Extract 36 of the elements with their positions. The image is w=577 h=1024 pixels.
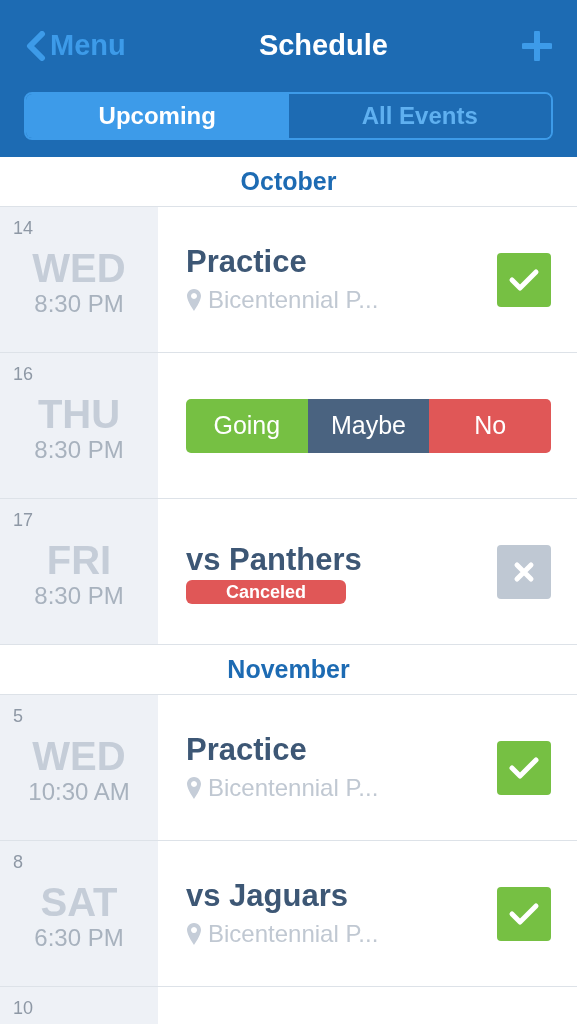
screen-title: Schedule xyxy=(258,28,388,64)
day-number: 14 xyxy=(13,217,34,240)
event-title: Practice xyxy=(186,242,308,281)
event-location: Bicentennial P... xyxy=(208,772,379,803)
rsvp-button[interactable]: No xyxy=(429,398,551,453)
attendance-button[interactable] xyxy=(497,544,551,599)
event-time: 8:30 PM xyxy=(34,289,124,319)
attendance-button[interactable] xyxy=(497,740,551,795)
canceled-badge: Canceled xyxy=(186,579,347,604)
month-heading: November xyxy=(227,653,350,685)
rsvp-button[interactable]: Maybe xyxy=(307,398,430,453)
event-location: Bicentennial P... xyxy=(208,918,379,949)
event-time: 8:30 PM xyxy=(34,435,124,465)
event-title: vs Jaguars xyxy=(186,876,349,915)
event-location: Bicentennial P... xyxy=(208,284,379,315)
map-pin-icon xyxy=(186,287,202,312)
day-number: 10 xyxy=(13,997,34,1020)
map-pin-icon xyxy=(186,921,202,946)
event-time: 8:30 PM xyxy=(34,581,124,611)
month-heading: October xyxy=(240,165,337,197)
rsvp-button[interactable]: Going xyxy=(186,398,308,453)
event-title: vs Panthers xyxy=(186,540,363,579)
day-number: 5 xyxy=(13,705,23,728)
map-pin-icon xyxy=(186,775,202,800)
event-time: 10:30 AM xyxy=(28,777,130,807)
day-number: 8 xyxy=(13,851,23,874)
segment-tab[interactable]: Upcoming xyxy=(26,94,289,138)
plus-icon xyxy=(522,31,552,61)
day-number: 16 xyxy=(13,363,34,386)
attendance-button[interactable] xyxy=(497,252,551,307)
add-button[interactable] xyxy=(521,30,553,62)
chevron-left-icon xyxy=(24,31,46,61)
attendance-button[interactable] xyxy=(497,886,551,941)
event-title: Practice xyxy=(186,730,308,769)
event-time: 6:30 PM xyxy=(34,923,124,953)
day-number: 17 xyxy=(13,509,34,532)
